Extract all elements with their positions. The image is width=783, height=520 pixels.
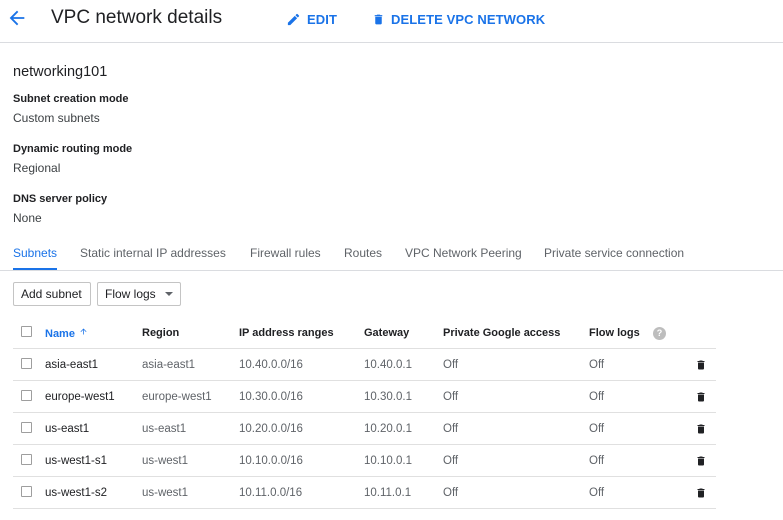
flow-logs-dropdown[interactable]: Flow logs [97, 282, 181, 306]
subnet-region: us-east1 [142, 423, 187, 435]
subnet-name-link[interactable]: us-east1 [45, 423, 89, 435]
subnet-name-link[interactable]: asia-east1 [45, 359, 98, 371]
select-all-checkbox[interactable] [21, 326, 32, 337]
subnet-private-access: Off [443, 391, 459, 403]
subnet-ip-range: 10.40.0.0/16 [239, 359, 303, 371]
column-header-ip-ranges[interactable]: IP address ranges [239, 327, 334, 339]
delete-subnet-trash-icon[interactable] [695, 422, 707, 436]
flow-logs-label: Flow logs [105, 287, 156, 301]
delete-vpc-network-button[interactable]: DELETE VPC NETWORK [372, 10, 545, 28]
subnet-private-access: Off [443, 359, 459, 371]
subnet-gateway: 10.40.0.1 [364, 359, 412, 371]
tab-bar: Subnets Static internal IP addresses Fir… [0, 238, 783, 271]
subnet-region: europe-west1 [142, 391, 212, 403]
column-header-flow-logs[interactable]: Flow logs [589, 327, 640, 339]
subnet-gateway: 10.10.0.1 [364, 455, 412, 467]
dns-server-policy-label: DNS server policy [13, 193, 108, 205]
tab-subnets[interactable]: Subnets [13, 246, 57, 260]
subnet-flow-logs: Off [589, 487, 605, 499]
active-tab-indicator [13, 268, 57, 270]
subnet-flow-logs: Off [589, 359, 605, 371]
subnet-flow-logs: Off [589, 423, 605, 435]
subnet-name-link[interactable]: europe-west1 [45, 391, 115, 403]
table-header-row: Name Region IP address ranges Gateway Pr… [13, 317, 716, 349]
table-row: us-east1 us-east1 10.20.0.0/16 10.20.0.1… [13, 413, 716, 445]
sort-ascending-icon [80, 328, 87, 335]
subnet-private-access: Off [443, 423, 459, 435]
delete-subnet-trash-icon[interactable] [695, 486, 707, 500]
dynamic-routing-mode-label: Dynamic routing mode [13, 143, 133, 155]
subnet-name-link[interactable]: us-west1-s2 [45, 487, 107, 499]
subnet-creation-mode-label: Subnet creation mode [13, 93, 129, 105]
dns-server-policy-value: None [13, 211, 42, 225]
column-header-private-google-access[interactable]: Private Google access [443, 327, 560, 339]
tab-vpc-network-peering[interactable]: VPC Network Peering [405, 246, 522, 260]
chevron-down-icon [165, 292, 173, 296]
trash-icon [374, 14, 383, 24]
column-header-name[interactable]: Name [45, 327, 88, 340]
column-header-gateway[interactable]: Gateway [364, 327, 409, 339]
network-name: networking101 [13, 64, 108, 80]
help-icon[interactable]: ? [653, 327, 666, 340]
tab-static-internal-ip-addresses[interactable]: Static internal IP addresses [80, 246, 226, 260]
subnet-region: us-west1 [142, 487, 189, 499]
table-row: us-west1-s1 us-west1 10.10.0.0/16 10.10.… [13, 445, 716, 477]
delete-subnet-trash-icon[interactable] [695, 454, 707, 468]
subnet-ip-range: 10.11.0.0/16 [239, 487, 303, 499]
edit-label: EDIT [307, 11, 338, 27]
subnet-flow-logs: Off [589, 391, 605, 403]
add-subnet-label: Add subnet [21, 287, 82, 301]
tab-private-service-connection[interactable]: Private service connection [544, 246, 684, 260]
page-title: VPC network details [51, 7, 223, 28]
row-checkbox[interactable] [21, 422, 32, 433]
subnet-flow-logs: Off [589, 455, 605, 467]
subnet-ip-range: 10.20.0.0/16 [239, 423, 303, 435]
subnets-table: Name Region IP address ranges Gateway Pr… [13, 317, 716, 509]
row-checkbox[interactable] [21, 358, 32, 369]
page-header: VPC network details EDIT DELETE VPC NETW… [0, 0, 783, 43]
back-arrow-icon[interactable] [6, 7, 28, 29]
tab-routes[interactable]: Routes [344, 246, 382, 260]
delete-subnet-trash-icon[interactable] [695, 358, 707, 372]
table-row: europe-west1 europe-west1 10.30.0.0/16 1… [13, 381, 716, 413]
table-row: asia-east1 asia-east1 10.40.0.0/16 10.40… [13, 349, 716, 381]
pencil-icon [287, 13, 300, 25]
subnet-ip-range: 10.30.0.0/16 [239, 391, 303, 403]
subnet-gateway: 10.20.0.1 [364, 423, 412, 435]
subnet-private-access: Off [443, 487, 459, 499]
subnet-region: us-west1 [142, 455, 189, 467]
row-checkbox[interactable] [21, 390, 32, 401]
row-checkbox[interactable] [21, 486, 32, 497]
dynamic-routing-mode-value: Regional [13, 161, 61, 175]
subnet-name-link[interactable]: us-west1-s1 [45, 455, 107, 467]
edit-button[interactable]: EDIT [286, 10, 337, 28]
delete-subnet-trash-icon[interactable] [695, 390, 707, 404]
subnet-gateway: 10.11.0.1 [364, 487, 412, 499]
subnet-gateway: 10.30.0.1 [364, 391, 412, 403]
column-header-name-label: Name [45, 328, 75, 340]
tab-firewall-rules[interactable]: Firewall rules [250, 246, 321, 260]
add-subnet-button[interactable]: Add subnet [13, 282, 91, 306]
subnet-creation-mode-value: Custom subnets [13, 111, 100, 125]
subnet-ip-range: 10.10.0.0/16 [239, 455, 303, 467]
delete-label: DELETE VPC NETWORK [391, 11, 546, 27]
subnet-region: asia-east1 [142, 359, 196, 371]
table-row: us-west1-s2 us-west1 10.11.0.0/16 10.11.… [13, 477, 716, 509]
subnet-private-access: Off [443, 455, 459, 467]
row-checkbox[interactable] [21, 454, 32, 465]
column-header-region[interactable]: Region [142, 327, 179, 339]
